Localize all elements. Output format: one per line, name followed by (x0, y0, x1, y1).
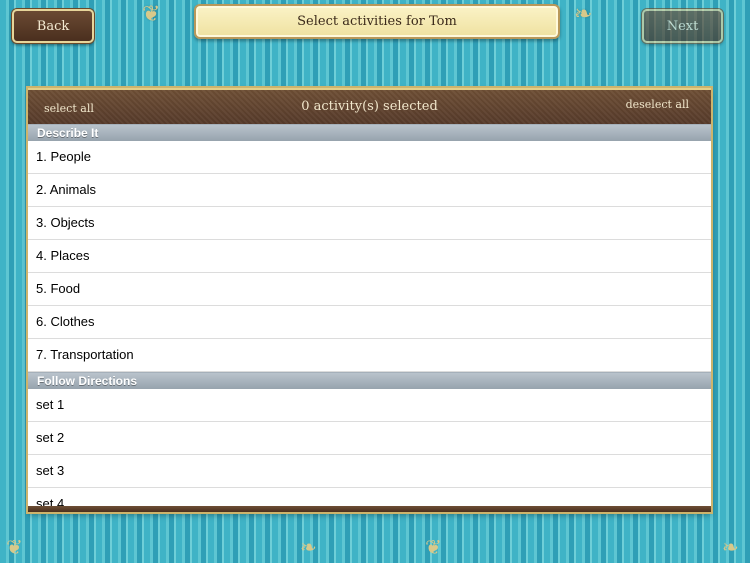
list-item[interactable]: 4. Places (28, 240, 711, 273)
list-item[interactable]: 6. Clothes (28, 306, 711, 339)
flourish-left-icon: ❦ (142, 2, 161, 27)
top-toolbar: Back ❦ Select activities for Tom ❧ Next (0, 0, 750, 50)
selected-count: 0 activity(s) selected (301, 99, 438, 114)
section-header-describe-it: Describe It (28, 124, 711, 141)
activity-panel: select all 0 activity(s) selected desele… (28, 88, 711, 512)
panel-footer-bar (28, 506, 711, 512)
section-header-follow-directions: Follow Directions (28, 372, 711, 389)
activity-list: Describe It 1. People 2. Animals 3. Obje… (28, 124, 711, 512)
corner-flourish-right-icon: ❧ (722, 535, 739, 559)
bottom-flourish-center-right-icon: ❦ (425, 535, 442, 559)
selection-bar: select all 0 activity(s) selected desele… (28, 88, 711, 126)
list-item[interactable]: set 1 (28, 389, 711, 422)
list-item[interactable]: 2. Animals (28, 174, 711, 207)
list-item[interactable]: set 2 (28, 422, 711, 455)
list-item[interactable]: 5. Food (28, 273, 711, 306)
page-title: Select activities for Tom (194, 4, 560, 39)
list-item[interactable]: 7. Transportation (28, 339, 711, 372)
back-button[interactable]: Back (12, 9, 94, 43)
list-item[interactable]: 3. Objects (28, 207, 711, 240)
next-button[interactable]: Next (642, 9, 723, 43)
list-item[interactable]: set 3 (28, 455, 711, 488)
flourish-right-icon: ❧ (574, 2, 593, 27)
list-item[interactable]: 1. People (28, 141, 711, 174)
deselect-all-button[interactable]: deselect all (626, 98, 689, 111)
corner-flourish-left-icon: ❦ (6, 535, 23, 559)
bottom-flourish-center-left-icon: ❧ (300, 535, 317, 559)
